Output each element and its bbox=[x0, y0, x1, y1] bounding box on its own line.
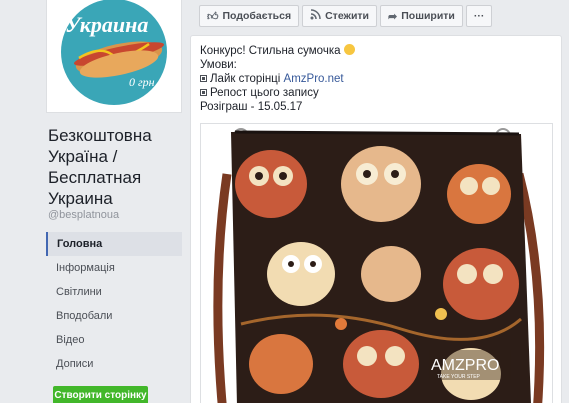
post-line-4: Репост цього запису bbox=[210, 87, 319, 99]
page-nav: Головна Інформація Світлини Вподобали Ві… bbox=[46, 232, 182, 376]
profile-picture-frame[interactable]: Украина 0 грн bbox=[46, 0, 182, 113]
post-line-5: Розіграш - 15.05.17 bbox=[200, 101, 303, 113]
follow-button[interactable]: Стежити bbox=[302, 5, 378, 27]
amzpro-link[interactable]: AmzPro.net bbox=[284, 73, 344, 85]
more-options-button[interactable]: ··· bbox=[465, 5, 493, 27]
left-column: Украина 0 грн Безкоштовна Україна / Бесп… bbox=[0, 0, 190, 403]
create-page-button[interactable]: Створити сторінку bbox=[53, 386, 148, 403]
share-button[interactable]: ➦ Поширити bbox=[380, 5, 463, 27]
post-line-1: Конкурс! Стильна сумочка bbox=[200, 45, 341, 57]
photo-watermark-sub: TAKE YOUR STEP bbox=[437, 374, 481, 380]
like-label: Подобається bbox=[222, 10, 292, 22]
profile-picture[interactable]: Украина 0 грн bbox=[51, 0, 177, 108]
share-label: Поширити bbox=[401, 10, 455, 22]
nav-item-videos[interactable]: Відео bbox=[46, 328, 182, 352]
post-card: Конкурс! Стильна сумочка Умови: Лайк сто… bbox=[190, 35, 562, 403]
page-title[interactable]: Безкоштовна Україна / Бесплатная Украина bbox=[48, 125, 188, 209]
post-photo-frame[interactable]: AMZPRO TAKE YOUR STEP bbox=[200, 123, 553, 403]
share-arrow-icon: ➦ bbox=[388, 10, 398, 23]
logo-title: Украина bbox=[65, 12, 148, 37]
photo-watermark: AMZPRO bbox=[431, 357, 499, 374]
like-button[interactable]: 👍︎ Подобається bbox=[199, 5, 300, 27]
follow-label: Стежити bbox=[325, 10, 370, 22]
thumbs-up-icon: 👍︎ bbox=[207, 10, 219, 23]
nav-item-posts[interactable]: Дописи bbox=[46, 352, 182, 376]
post-photo[interactable]: AMZPRO TAKE YOUR STEP bbox=[201, 124, 552, 403]
nav-item-photos[interactable]: Світлини bbox=[46, 280, 182, 304]
page-action-bar: 👍︎ Подобається Стежити ➦ Поширити ··· bbox=[199, 5, 493, 27]
post-line-3: Лайк сторінці bbox=[210, 73, 281, 85]
nav-item-likes[interactable]: Вподобали bbox=[46, 304, 182, 328]
page-handle[interactable]: @besplatnoua bbox=[48, 209, 119, 221]
logo-subtitle: 0 грн bbox=[129, 75, 155, 89]
rss-icon bbox=[310, 9, 321, 23]
bullet-icon bbox=[200, 89, 207, 96]
smile-emoji-icon bbox=[343, 44, 355, 55]
post-text: Конкурс! Стильна сумочка Умови: Лайк сто… bbox=[200, 44, 355, 114]
post-line-2: Умови: bbox=[200, 59, 237, 71]
bullet-icon bbox=[200, 75, 207, 82]
nav-item-about[interactable]: Інформація bbox=[46, 256, 182, 280]
nav-item-home[interactable]: Головна bbox=[46, 232, 182, 256]
